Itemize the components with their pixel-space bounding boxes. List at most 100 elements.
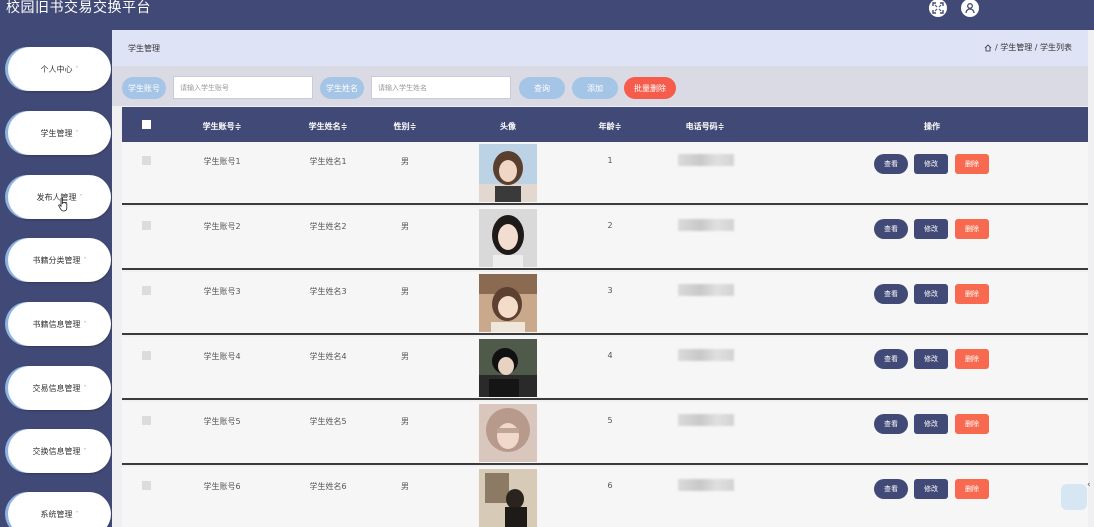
name-search-input[interactable] xyxy=(371,76,511,99)
batch-delete-button[interactable]: 批量删除 xyxy=(624,77,676,99)
cell-age: 6 xyxy=(607,481,613,490)
add-button[interactable]: 添加 xyxy=(572,77,618,99)
avatar xyxy=(479,404,537,462)
scroll-left-icon[interactable]: ‹ xyxy=(1087,480,1091,490)
cell-age: 1 xyxy=(607,156,613,165)
table-row: 学生账号3 学生姓名3 男 3 查看 修改 删除 xyxy=(122,272,1088,335)
cell-age: 4 xyxy=(607,351,613,360)
header-name[interactable]: 学生姓名≑ xyxy=(309,121,348,132)
cell-name: 学生姓名5 xyxy=(309,417,347,426)
edit-button[interactable]: 修改 xyxy=(914,479,948,499)
sidebar-item-trade-info-management[interactable]: 交易信息管理 ˅ xyxy=(8,366,111,410)
cell-gender: 男 xyxy=(401,222,409,231)
sidebar-item-exchange-info-management[interactable]: 交换信息管理 ˅ xyxy=(8,429,111,473)
cell-gender: 男 xyxy=(401,352,409,361)
chat-widget-icon[interactable] xyxy=(1061,484,1087,510)
sidebar-item-label: 系统管理 xyxy=(40,509,73,519)
select-all-checkbox[interactable] xyxy=(142,120,151,129)
sidebar-item-label: 书籍信息管理 xyxy=(32,319,81,329)
avatar xyxy=(479,209,537,267)
sidebar-item-label: 交换信息管理 xyxy=(32,446,81,456)
chevron-down-icon: ˅ xyxy=(83,447,87,455)
view-button[interactable]: 查看 xyxy=(874,479,908,499)
header-gender[interactable]: 性别≑ xyxy=(394,121,417,132)
delete-button[interactable]: 删除 xyxy=(955,414,989,434)
cell-name: 学生姓名4 xyxy=(309,352,347,361)
query-button[interactable]: 查询 xyxy=(519,77,565,99)
top-bar: 校园旧书交易交换平台 xyxy=(0,0,1094,30)
delete-button[interactable]: 删除 xyxy=(955,284,989,304)
view-button[interactable]: 查看 xyxy=(874,349,908,369)
avatar xyxy=(479,469,537,527)
delete-button[interactable]: 删除 xyxy=(955,219,989,239)
table-row: 学生账号1 学生姓名1 男 1 查看 修改 删除 xyxy=(122,142,1088,205)
cell-phone xyxy=(678,284,734,296)
row-checkbox[interactable] xyxy=(142,351,151,360)
breadcrumb: / 学生管理 / 学生列表 xyxy=(984,42,1072,53)
breadcrumb-bar: 学生管理 / 学生管理 / 学生列表 xyxy=(112,30,1088,66)
edit-button[interactable]: 修改 xyxy=(914,154,948,174)
delete-button[interactable]: 删除 xyxy=(955,479,989,499)
avatar xyxy=(479,339,537,397)
row-checkbox[interactable] xyxy=(142,286,151,295)
cell-account: 学生账号4 xyxy=(203,352,241,361)
sidebar-item-student-management[interactable]: 学生管理 ˅ xyxy=(8,111,111,155)
cell-name: 学生姓名2 xyxy=(309,222,347,231)
account-search-input[interactable] xyxy=(173,76,313,99)
delete-button[interactable]: 删除 xyxy=(955,349,989,369)
cell-account: 学生账号3 xyxy=(203,287,241,296)
edit-button[interactable]: 修改 xyxy=(914,349,948,369)
chevron-down-icon: ˅ xyxy=(83,320,87,328)
edit-button[interactable]: 修改 xyxy=(914,414,948,434)
cell-name: 学生姓名3 xyxy=(309,287,347,296)
header-phone[interactable]: 电话号码≑ xyxy=(686,121,725,132)
row-checkbox[interactable] xyxy=(142,416,151,425)
chevron-down-icon: ˅ xyxy=(75,129,79,137)
header-age[interactable]: 年龄≑ xyxy=(599,121,622,132)
cell-gender: 男 xyxy=(401,417,409,426)
sidebar-item-book-info-management[interactable]: 书籍信息管理 ˅ xyxy=(8,302,111,346)
sidebar-item-book-category-management[interactable]: 书籍分类管理 ˅ xyxy=(8,238,111,282)
delete-button[interactable]: 删除 xyxy=(955,154,989,174)
user-icon[interactable] xyxy=(961,0,979,17)
cell-account: 学生账号1 xyxy=(203,157,241,166)
sidebar-item-label: 学生管理 xyxy=(40,128,73,138)
cell-phone xyxy=(678,414,734,426)
view-button[interactable]: 查看 xyxy=(874,219,908,239)
table-row: 学生账号6 学生姓名6 男 6 查看 修改 删除 xyxy=(122,467,1088,527)
cell-account: 学生账号2 xyxy=(203,222,241,231)
view-button[interactable]: 查看 xyxy=(874,414,908,434)
chevron-down-icon: ˅ xyxy=(83,384,87,392)
row-checkbox[interactable] xyxy=(142,221,151,230)
sidebar-item-label: 发布人管理 xyxy=(36,192,77,202)
table-row: 学生账号5 学生姓名5 男 5 查看 修改 删除 xyxy=(122,402,1088,465)
edit-button[interactable]: 修改 xyxy=(914,284,948,304)
cell-age: 2 xyxy=(607,221,613,230)
row-checkbox[interactable] xyxy=(142,156,151,165)
sidebar-item-label: 交易信息管理 xyxy=(32,383,81,393)
cell-name: 学生姓名1 xyxy=(309,157,347,166)
chevron-down-icon: ˅ xyxy=(79,193,83,201)
home-icon[interactable] xyxy=(984,43,992,52)
table-row: 学生账号4 学生姓名4 男 4 查看 修改 删除 xyxy=(122,337,1088,400)
hand-cursor-icon xyxy=(58,197,68,212)
header-account[interactable]: 学生账号≑ xyxy=(203,121,242,132)
sidebar-item-label: 个人中心 xyxy=(40,64,73,74)
sidebar-item-system-management[interactable]: 系统管理 ˅ xyxy=(8,492,111,527)
sidebar-item-label: 书籍分类管理 xyxy=(32,255,81,265)
cell-gender: 男 xyxy=(401,157,409,166)
cell-gender: 男 xyxy=(401,482,409,491)
sidebar: 个人中心 ˅ 学生管理 ˅ 发布人管理 ˅ 书籍分类管理 ˅ 书籍信息管理 ˅ 交易信息管… xyxy=(0,30,112,527)
avatar xyxy=(479,274,537,332)
breadcrumb-path: / 学生管理 / 学生列表 xyxy=(994,43,1072,52)
view-button[interactable]: 查看 xyxy=(874,284,908,304)
cell-phone xyxy=(678,219,734,231)
view-button[interactable]: 查看 xyxy=(874,154,908,174)
edit-button[interactable]: 修改 xyxy=(914,219,948,239)
sidebar-item-personal-center[interactable]: 个人中心 ˅ xyxy=(8,47,111,91)
chevron-down-icon: ˅ xyxy=(75,65,79,73)
row-checkbox[interactable] xyxy=(142,481,151,490)
app-title: 校园旧书交易交换平台 xyxy=(6,0,151,16)
fullscreen-icon[interactable] xyxy=(929,0,947,17)
table-header: 学生账号≑ 学生姓名≑ 性别≑ 头像 年龄≑ 电话号码≑ 操作 xyxy=(122,107,1088,142)
